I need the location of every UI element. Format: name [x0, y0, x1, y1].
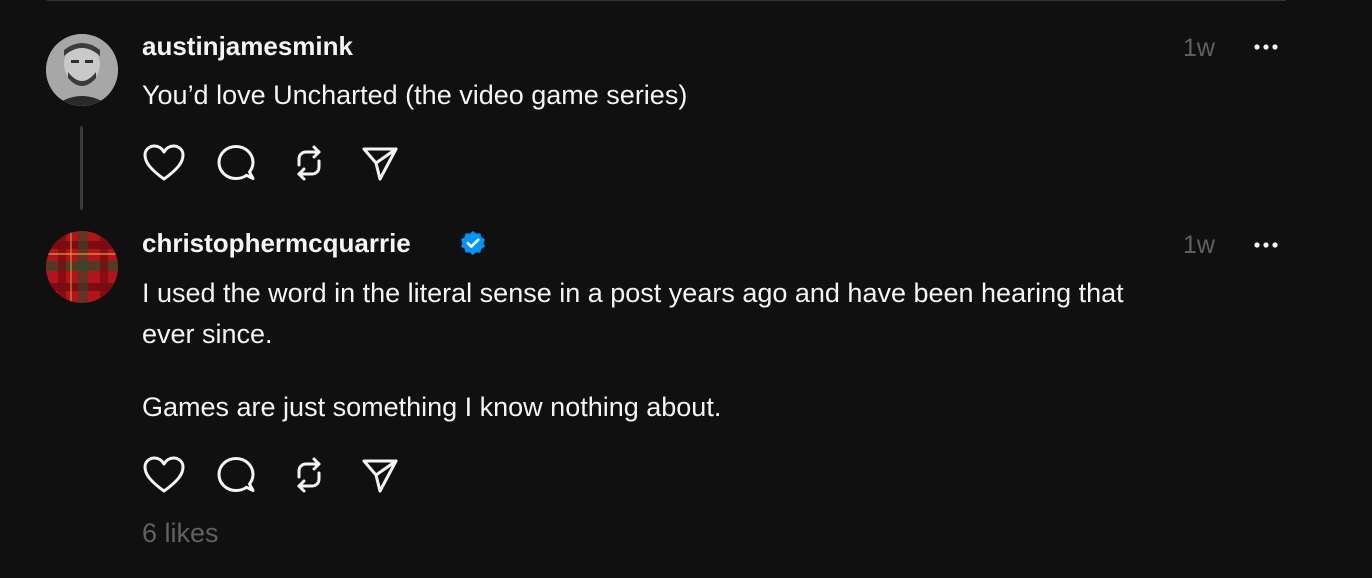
post-timestamp: 1w [1183, 231, 1215, 259]
heart-icon[interactable] [142, 453, 186, 497]
comment-icon[interactable] [214, 453, 258, 497]
repost-icon[interactable] [287, 453, 331, 497]
send-icon[interactable] [358, 141, 402, 185]
verified-badge-icon [459, 230, 487, 258]
post-username[interactable]: christophermcquarrie [142, 228, 411, 259]
post-timestamp: 1w [1183, 34, 1215, 62]
avatar-christophermcquarrie[interactable] [46, 231, 118, 303]
heart-icon[interactable] [142, 141, 186, 185]
repost-icon[interactable] [287, 141, 331, 185]
comment-icon[interactable] [214, 141, 258, 185]
post-text-line: ever since. [142, 319, 273, 349]
avatar-austinjamesmink[interactable] [46, 34, 118, 106]
post-text-line: I used the word in the literal sense in … [142, 278, 1124, 308]
likes-count[interactable]: 6 likes [142, 518, 219, 549]
more-horizontal-icon[interactable] [1252, 237, 1282, 253]
thread-connector-line [80, 126, 83, 210]
post-text-line: Games are just something I know nothing … [142, 392, 722, 422]
more-horizontal-icon[interactable] [1252, 39, 1282, 55]
top-divider [47, 0, 1286, 1]
send-icon[interactable] [358, 453, 402, 497]
post-text-line: You’d love Uncharted (the video game ser… [142, 80, 688, 110]
post-username[interactable]: austinjamesmink [142, 31, 353, 62]
